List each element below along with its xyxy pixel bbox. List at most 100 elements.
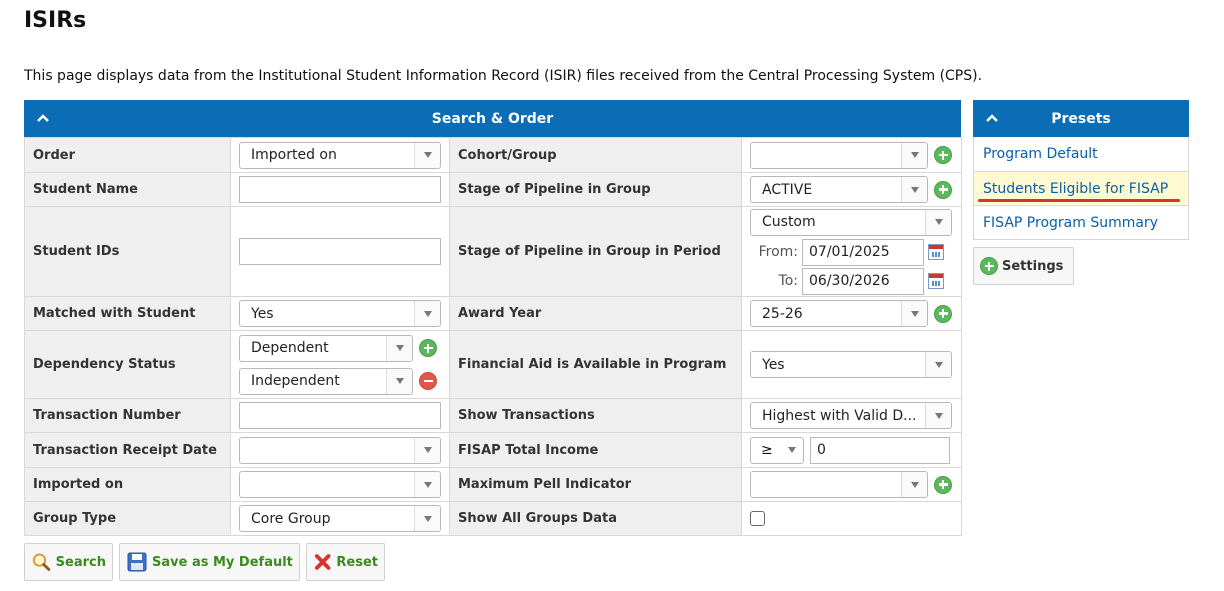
add-cohort-icon[interactable]: [934, 146, 952, 164]
search-order-title: Search & Order: [431, 110, 554, 127]
show-all-groups-label: Show All Groups Data: [449, 501, 742, 536]
matched-student-select[interactable]: Yes: [239, 300, 441, 327]
magnifier-icon: [32, 553, 51, 571]
stage-period-select[interactable]: Custom: [750, 208, 952, 236]
form-row: Transaction Number Show Transactions Hig…: [24, 398, 962, 433]
fisap-operator-value: ≥: [761, 442, 773, 458]
presets-panel: Presets Program Default Students Eligibl…: [973, 100, 1189, 240]
max-pell-label: Maximum Pell Indicator: [449, 467, 742, 502]
red-x-icon: [314, 554, 331, 570]
award-year-value: 25-26: [762, 305, 803, 322]
presets-list: Program Default Students Eligible for FI…: [973, 137, 1189, 240]
chevron-down-icon: [925, 352, 951, 377]
highlight-underline: [978, 199, 1180, 202]
form-row: Student IDs Stage of Pipeline in Group i…: [24, 206, 962, 297]
dependency-select-1[interactable]: Dependent: [239, 334, 413, 362]
fisap-total-income-label: FISAP Total Income: [449, 432, 742, 468]
dependency-select-2[interactable]: Independent: [239, 367, 413, 395]
plus-circle-icon: [980, 257, 998, 275]
max-pell-select[interactable]: [750, 471, 928, 498]
preset-students-eligible-fisap-label: Students Eligible for FISAP: [983, 180, 1169, 197]
transaction-number-input[interactable]: [239, 402, 441, 429]
chevron-down-icon: [414, 506, 440, 531]
matched-student-label: Matched with Student: [24, 296, 231, 331]
transaction-number-label: Transaction Number: [24, 398, 231, 433]
transaction-receipt-date-label: Transaction Receipt Date: [24, 432, 231, 468]
chevron-down-icon: [414, 437, 440, 463]
imported-on-label: Imported on: [24, 467, 231, 502]
dependency-value-2: Independent: [251, 373, 340, 389]
presets-header: Presets: [973, 100, 1189, 137]
chevron-down-icon: [925, 403, 951, 428]
add-stage-icon[interactable]: [934, 180, 952, 199]
show-transactions-select[interactable]: Highest with Valid D...: [750, 402, 952, 429]
imported-on-select[interactable]: [239, 471, 441, 498]
stage-pipeline-period-label: Stage of Pipeline in Group in Period: [449, 206, 742, 297]
cohort-group-select[interactable]: [750, 141, 928, 169]
form-row: Dependency Status Dependent Independent: [24, 330, 962, 399]
settings-label: Settings: [1002, 258, 1064, 274]
award-year-label: Award Year: [449, 296, 742, 331]
from-date-input[interactable]: 07/01/2025: [802, 238, 924, 266]
from-label: From:: [758, 244, 798, 260]
group-type-value: Core Group: [251, 510, 331, 527]
preset-program-default[interactable]: Program Default: [974, 137, 1188, 171]
chevron-down-icon: [925, 209, 951, 235]
save-default-button[interactable]: Save as My Default: [119, 543, 300, 581]
add-award-year-icon[interactable]: [934, 304, 952, 323]
fisap-income-input[interactable]: 0: [810, 436, 950, 464]
student-ids-input[interactable]: [239, 238, 441, 265]
chevron-down-icon: [414, 301, 440, 326]
search-order-panel: Search & Order Order Imported on Cohort/…: [24, 100, 962, 536]
settings-button[interactable]: Settings: [973, 247, 1074, 285]
form-row: Student Name Stage of Pipeline in Group …: [24, 172, 962, 207]
cohort-group-label: Cohort/Group: [449, 137, 742, 173]
group-type-select[interactable]: Core Group: [239, 505, 441, 532]
show-transactions-label: Show Transactions: [449, 398, 742, 433]
collapse-chevron-icon[interactable]: [34, 109, 52, 127]
page-intro: This page displays data from the Institu…: [24, 68, 983, 84]
stage-pipeline-label: Stage of Pipeline in Group: [449, 172, 742, 207]
chevron-down-icon: [901, 472, 927, 497]
form-row: Transaction Receipt Date FISAP Total Inc…: [24, 432, 962, 468]
student-ids-label: Student IDs: [24, 206, 231, 297]
chevron-down-icon: [901, 301, 927, 326]
show-all-groups-checkbox[interactable]: [750, 511, 765, 526]
reset-button-label: Reset: [336, 554, 378, 570]
student-name-label: Student Name: [24, 172, 231, 207]
collapse-chevron-icon[interactable]: [983, 109, 1001, 127]
matched-student-value: Yes: [251, 305, 274, 322]
fisap-operator-select[interactable]: ≥: [750, 436, 804, 464]
transaction-receipt-date-select[interactable]: [239, 436, 441, 464]
chevron-down-icon: [901, 177, 927, 202]
chevron-down-icon: [414, 472, 440, 497]
student-name-input[interactable]: [239, 176, 441, 203]
search-button[interactable]: Search: [24, 543, 113, 581]
preset-students-eligible-fisap[interactable]: Students Eligible for FISAP: [974, 171, 1188, 205]
remove-dependency-icon[interactable]: [419, 372, 437, 390]
order-select[interactable]: Imported on: [239, 141, 441, 169]
preset-fisap-program-summary[interactable]: FISAP Program Summary: [974, 205, 1188, 239]
dependency-value-1: Dependent: [251, 340, 329, 356]
form-row: Group Type Core Group Show All Groups Da…: [24, 501, 962, 536]
group-type-label: Group Type: [24, 501, 231, 536]
page-title: ISIRs: [24, 8, 87, 33]
financial-aid-value: Yes: [762, 356, 785, 373]
chevron-down-icon: [386, 335, 412, 361]
add-max-pell-icon[interactable]: [934, 475, 952, 494]
award-year-select[interactable]: 25-26: [750, 300, 928, 327]
calendar-icon[interactable]: [928, 244, 944, 260]
to-date-input[interactable]: 06/30/2026: [802, 267, 924, 295]
financial-aid-select[interactable]: Yes: [750, 351, 952, 378]
stage-pipeline-select[interactable]: ACTIVE: [750, 176, 928, 203]
stage-pipeline-value: ACTIVE: [762, 181, 813, 198]
search-order-header: Search & Order: [24, 100, 961, 137]
form-row: Order Imported on Cohort/Group: [24, 137, 962, 173]
stage-period-value: Custom: [762, 214, 816, 230]
add-dependency-icon[interactable]: [419, 339, 437, 357]
dependency-status-label: Dependency Status: [24, 330, 231, 399]
calendar-icon[interactable]: [928, 273, 944, 289]
reset-button[interactable]: Reset: [306, 543, 385, 581]
form-row: Imported on Maximum Pell Indicator: [24, 467, 962, 502]
financial-aid-label: Financial Aid is Available in Program: [449, 330, 742, 399]
